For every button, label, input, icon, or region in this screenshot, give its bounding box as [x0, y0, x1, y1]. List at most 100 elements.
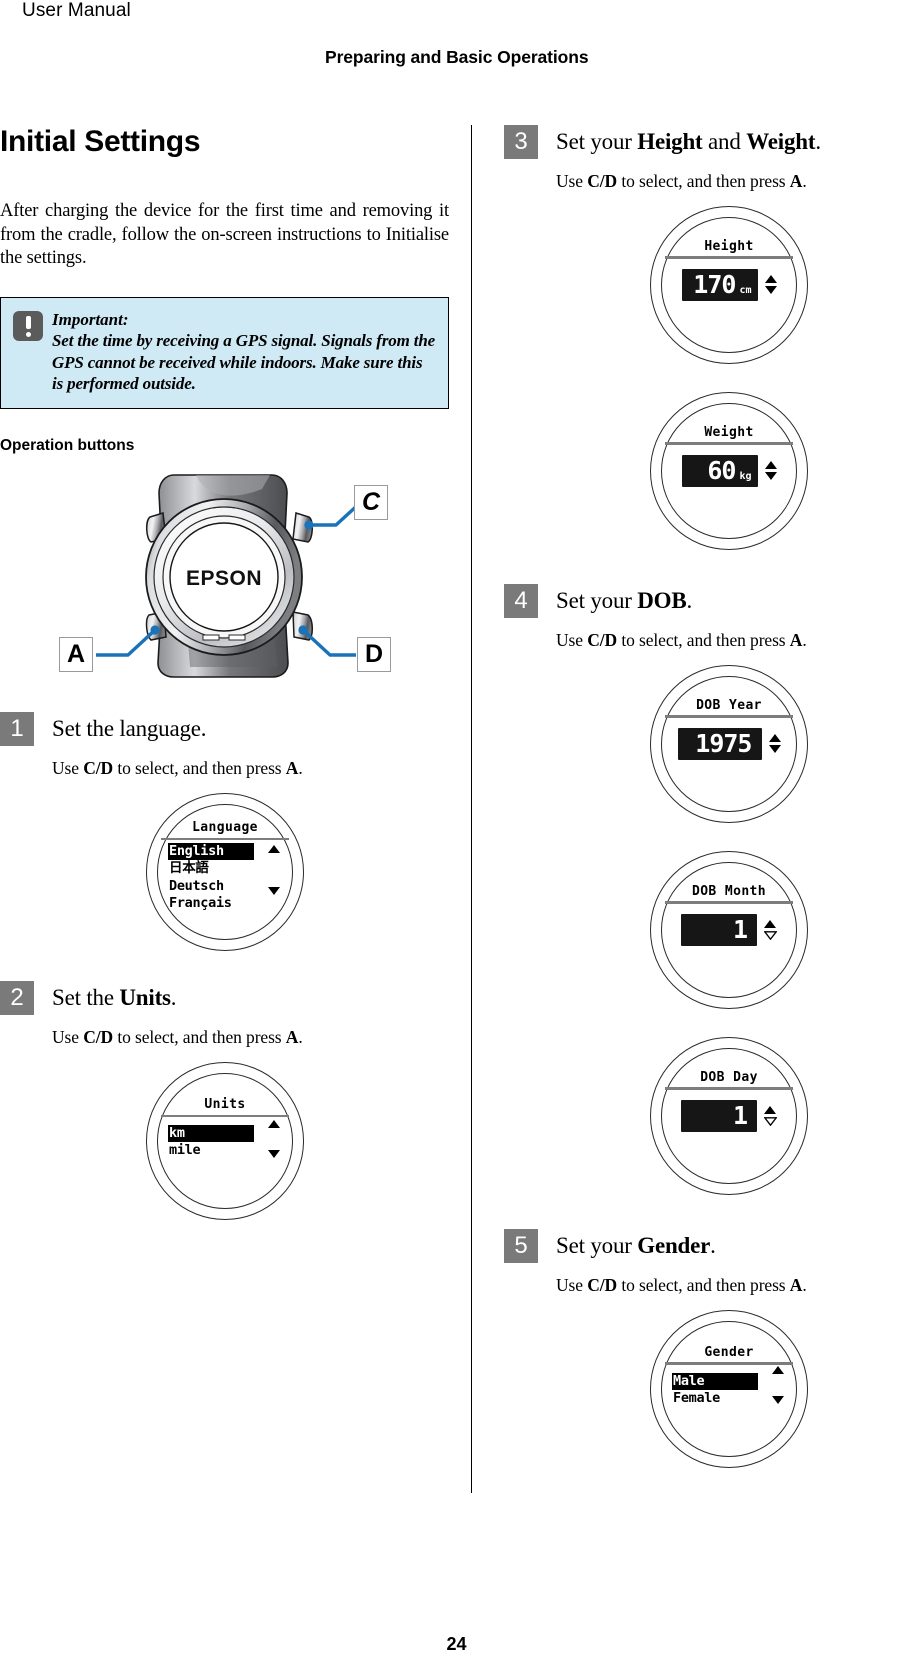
lcd-title: DOB Year	[696, 698, 762, 713]
list-item[interactable]: 日本語	[168, 860, 210, 877]
arrow-down-icon[interactable]	[268, 887, 280, 896]
arrow-down-icon[interactable]	[764, 286, 777, 295]
lcd-language: Language English 日本語 Deutsch Français	[146, 793, 304, 952]
watch-callout-label-a-text: A	[66, 640, 86, 669]
step-2: 2 Set the Units.	[0, 981, 450, 1016]
step-4-title: Set your DOB.	[556, 584, 692, 618]
arrow-up-icon[interactable]	[764, 275, 777, 284]
svg-text:EPSON: EPSON	[186, 567, 262, 590]
step-2-title-prefix: Set the	[52, 985, 120, 1011]
lcd-screen-dob-year: DOB Year 1975	[665, 698, 793, 803]
step-3-instruction: Use C/D to select, and then press A.	[556, 171, 807, 191]
step-4-button-a: A	[789, 630, 803, 650]
intro-paragraph: After charging the device for the first …	[0, 201, 449, 269]
lcd-title: DOB Day	[700, 1070, 758, 1085]
lcd-title: Units	[204, 1097, 246, 1113]
arrow-up-icon[interactable]	[268, 845, 280, 854]
watch-callout-label-c: C	[354, 485, 388, 521]
lcd-title: Language	[192, 820, 258, 836]
list-item[interactable]: Français	[168, 895, 233, 912]
lcd-divider	[665, 1087, 793, 1090]
lcd-value-field[interactable]: 60 kg	[681, 454, 758, 487]
step-2-button-cd: C/D	[83, 1027, 114, 1048]
watch-callout-label-d-text: D	[364, 640, 384, 669]
arrow-down-icon[interactable]	[764, 930, 777, 940]
manual-title: User Manual	[22, 0, 131, 21]
lcd-value-row: 1	[668, 913, 790, 946]
lcd-value-field[interactable]: 1	[681, 913, 757, 946]
arrow-down-icon[interactable]	[764, 1116, 777, 1126]
lcd-scroll-arrows	[772, 1366, 784, 1404]
step-4-title-prefix: Set your	[556, 588, 638, 613]
lcd-screen-height: Height 170 cm	[665, 239, 793, 344]
lcd-title: Gender	[704, 1345, 754, 1360]
list-item[interactable]: Deutsch	[168, 878, 225, 895]
callout-body: Important: Set the time by receiving a G…	[52, 309, 436, 394]
step-5-button-cd: C/D	[587, 1275, 618, 1295]
step-1: 1 Set the language.	[0, 712, 450, 747]
lcd-dob-year: DOB Year 1975	[650, 665, 808, 823]
lcd-divider	[665, 1362, 793, 1365]
lcd-value-field[interactable]: 1975	[677, 727, 762, 760]
list-item[interactable]: English	[168, 843, 254, 861]
lcd-title: DOB Month	[691, 884, 767, 899]
step-1-button-a: A	[285, 758, 299, 779]
lcd-value-number: 1	[732, 914, 748, 944]
step-4-title-keyword: DOB	[637, 588, 687, 613]
step-3-number: 3	[504, 125, 538, 159]
lcd-value-unit: cm	[739, 284, 752, 296]
lcd-stepper-arrows	[764, 461, 777, 481]
lcd-stepper-arrows	[764, 919, 777, 940]
right-column: 3 Set your Height and Weight. Use C/D to…	[504, 125, 913, 1468]
arrow-up-icon[interactable]	[772, 1366, 784, 1374]
lcd-screen-dob-day: DOB Day 1	[665, 1070, 793, 1175]
step-5-title-prefix: Set your	[556, 1233, 638, 1258]
page-columns: Initial Settings After charging the devi…	[0, 125, 913, 1545]
lcd-height: Height 170 cm	[650, 206, 808, 364]
arrow-down-icon[interactable]	[772, 1396, 784, 1404]
list-item[interactable]: Male	[672, 1372, 758, 1390]
step-2-title-keyword: Units	[119, 985, 171, 1011]
step-4-button-cd: C/D	[587, 630, 618, 650]
step-2-instruction: Use C/D to select, and then press A.	[52, 1027, 303, 1048]
lcd-value-field[interactable]: 170 cm	[681, 268, 758, 301]
step-2-title: Set the Units.	[52, 981, 177, 1015]
arrow-up-icon[interactable]	[764, 1105, 776, 1114]
lcd-divider	[665, 901, 793, 904]
lcd-title: Height	[704, 239, 754, 254]
arrow-up-icon[interactable]	[768, 734, 781, 743]
arrow-up-icon[interactable]	[764, 919, 776, 928]
list-item[interactable]: km	[168, 1125, 254, 1143]
list-item[interactable]: mile	[168, 1142, 201, 1159]
important-callout: Important: Set the time by receiving a G…	[0, 297, 449, 410]
arrow-up-icon[interactable]	[764, 461, 777, 470]
step-5-title: Set your Gender.	[556, 1229, 716, 1263]
step-3-title-mid: and	[702, 129, 747, 154]
arrow-down-icon[interactable]	[268, 1150, 280, 1159]
step-4-title-suffix: .	[686, 588, 693, 613]
step-5-title-suffix: .	[710, 1233, 716, 1258]
watch-callout-label-d: D	[357, 637, 391, 673]
lcd-stepper-arrows	[768, 734, 781, 754]
arrow-up-icon[interactable]	[268, 1120, 280, 1129]
step-1-screen-wrap: Language English 日本語 Deutsch Français	[0, 793, 450, 952]
step-1-title-text: Set the language.	[52, 716, 207, 742]
step-2-number: 2	[0, 981, 34, 1016]
column-divider	[471, 125, 473, 1493]
lcd-screen-language: Language English 日本語 Deutsch Français	[161, 820, 289, 925]
arrow-down-icon[interactable]	[764, 472, 777, 481]
lcd-title: Weight	[704, 425, 754, 440]
arrow-down-icon[interactable]	[768, 745, 781, 754]
lcd-divider	[665, 442, 793, 445]
step-5-screen-wrap: Gender Male Female	[504, 1310, 913, 1468]
lcd-value-field[interactable]: 1	[681, 1099, 757, 1132]
list-item[interactable]: Female	[672, 1390, 721, 1407]
lcd-scroll-arrows	[268, 845, 280, 896]
lcd-divider	[161, 837, 289, 841]
step-4-screen-month-wrap: DOB Month 1	[504, 851, 913, 1009]
step-5-number: 5	[504, 1229, 538, 1263]
step-3-button-a: A	[789, 171, 803, 191]
step-3-screen-height-wrap: Height 170 cm	[504, 206, 913, 364]
lcd-value-unit: kg	[739, 470, 752, 482]
important-exclamation-icon	[13, 311, 43, 342]
